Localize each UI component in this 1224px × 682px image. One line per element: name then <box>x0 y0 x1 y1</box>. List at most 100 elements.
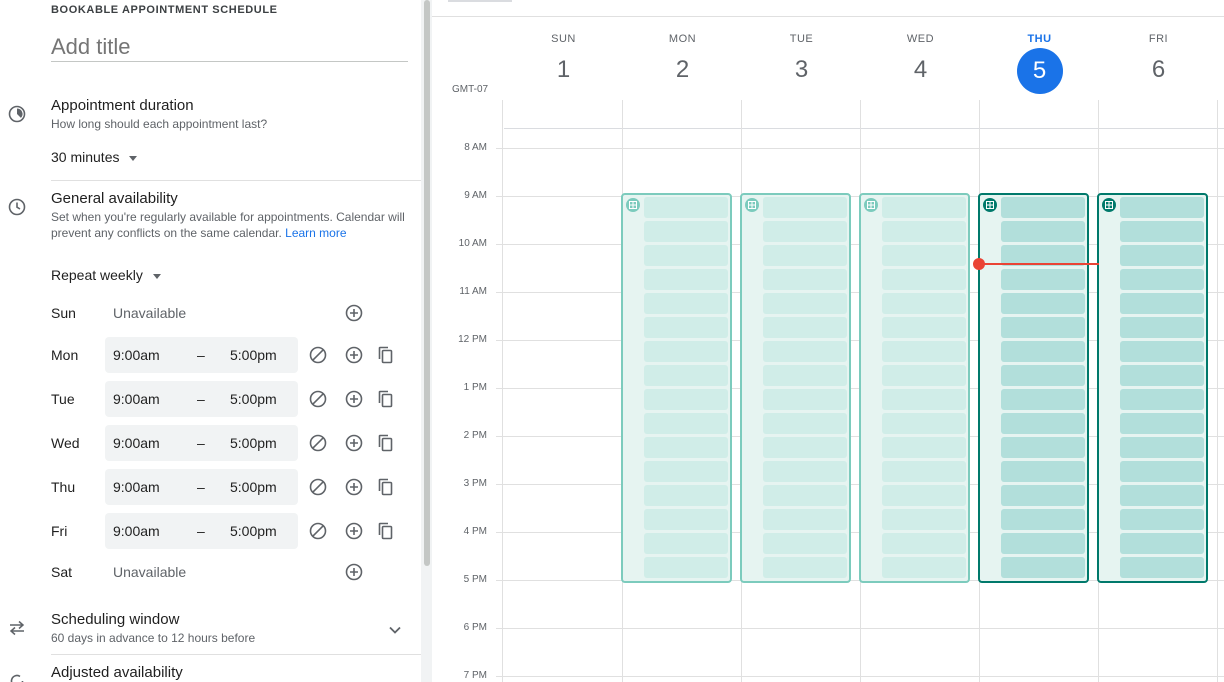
bookable-slot[interactable] <box>882 509 966 530</box>
bookable-slot[interactable] <box>763 365 847 386</box>
bookable-slot[interactable] <box>882 413 966 434</box>
today-date[interactable]: 5 <box>1016 48 1063 94</box>
unavailable-icon[interactable] <box>308 521 328 541</box>
day-number[interactable]: 4 <box>861 56 980 84</box>
time-range[interactable]: 9:00am – 5:00pm <box>105 469 298 505</box>
day-number[interactable]: 2 <box>623 56 742 84</box>
end-time[interactable]: 5:00pm <box>230 523 277 539</box>
start-time[interactable]: 9:00am <box>113 391 160 407</box>
bookable-slot[interactable] <box>1120 413 1204 434</box>
bookable-slot[interactable] <box>1001 437 1085 458</box>
bookable-slot[interactable] <box>644 197 728 218</box>
repeat-select[interactable]: Repeat weekly <box>51 267 161 283</box>
bookable-slot[interactable] <box>763 533 847 554</box>
bookable-slot[interactable] <box>1001 269 1085 290</box>
bookable-slot[interactable] <box>1120 341 1204 362</box>
bookable-slot[interactable] <box>1001 341 1085 362</box>
bookable-slot[interactable] <box>763 221 847 242</box>
bookable-slot[interactable] <box>1120 557 1204 578</box>
bookable-slot[interactable] <box>1120 389 1204 410</box>
bookable-slot[interactable] <box>644 413 728 434</box>
bookable-slot[interactable] <box>882 317 966 338</box>
unavailable-icon[interactable] <box>308 345 328 365</box>
bookable-slot[interactable] <box>882 341 966 362</box>
day-number[interactable]: 1 <box>504 56 623 84</box>
unavailable-icon[interactable] <box>308 433 328 453</box>
bookable-slot[interactable] <box>882 533 966 554</box>
bookable-slot[interactable] <box>763 293 847 314</box>
bookable-slot[interactable] <box>763 485 847 506</box>
end-time[interactable]: 5:00pm <box>230 391 277 407</box>
bookable-slot[interactable] <box>763 557 847 578</box>
bookable-slot[interactable] <box>763 509 847 530</box>
bookable-slot[interactable] <box>644 437 728 458</box>
bookable-slot[interactable] <box>763 317 847 338</box>
bookable-slot[interactable] <box>1120 437 1204 458</box>
bookable-slot[interactable] <box>644 221 728 242</box>
bookable-slot[interactable] <box>644 533 728 554</box>
bookable-slot[interactable] <box>763 461 847 482</box>
day-number[interactable]: 6 <box>1099 56 1218 84</box>
day-number[interactable]: 3 <box>742 56 861 84</box>
start-time[interactable]: 9:00am <box>113 523 160 539</box>
bookable-slot[interactable] <box>644 557 728 578</box>
bookable-slot[interactable] <box>644 317 728 338</box>
bookable-slot[interactable] <box>644 509 728 530</box>
bookable-slot[interactable] <box>882 485 966 506</box>
start-time[interactable]: 9:00am <box>113 347 160 363</box>
bookable-slot[interactable] <box>644 293 728 314</box>
bookable-slot[interactable] <box>1001 317 1085 338</box>
end-time[interactable]: 5:00pm <box>230 435 277 451</box>
bookable-slot[interactable] <box>763 197 847 218</box>
add-circle-icon[interactable] <box>344 477 364 497</box>
scrollbar-thumb[interactable] <box>424 0 430 566</box>
time-range[interactable]: 9:00am – 5:00pm <box>105 381 298 417</box>
bookable-slot[interactable] <box>763 269 847 290</box>
bookable-slot[interactable] <box>763 341 847 362</box>
bookable-slot[interactable] <box>882 389 966 410</box>
bookable-slot[interactable] <box>1001 389 1085 410</box>
bookable-slot[interactable] <box>882 557 966 578</box>
copy-icon[interactable] <box>376 477 396 497</box>
end-time[interactable]: 5:00pm <box>230 347 277 363</box>
copy-icon[interactable] <box>376 389 396 409</box>
bookable-slot[interactable] <box>763 413 847 434</box>
bookable-slot[interactable] <box>1120 269 1204 290</box>
bookable-slot[interactable] <box>644 461 728 482</box>
add-circle-icon[interactable] <box>344 521 364 541</box>
time-range[interactable]: 9:00am – 5:00pm <box>105 513 298 549</box>
time-range[interactable]: 9:00am – 5:00pm <box>105 337 298 373</box>
bookable-slot[interactable] <box>1120 485 1204 506</box>
bookable-slot[interactable] <box>1001 533 1085 554</box>
bookable-slot[interactable] <box>644 341 728 362</box>
bookable-slot[interactable] <box>763 437 847 458</box>
bookable-slot[interactable] <box>1120 317 1204 338</box>
end-time[interactable]: 5:00pm <box>230 479 277 495</box>
bookable-slot[interactable] <box>882 365 966 386</box>
bookable-slot[interactable] <box>882 245 966 266</box>
bookable-slot[interactable] <box>1001 485 1085 506</box>
copy-icon[interactable] <box>376 433 396 453</box>
bookable-slot[interactable] <box>1120 245 1204 266</box>
bookable-slot[interactable] <box>882 221 966 242</box>
bookable-slot[interactable] <box>882 197 966 218</box>
bookable-slot[interactable] <box>1001 365 1085 386</box>
bookable-slot[interactable] <box>1120 461 1204 482</box>
start-time[interactable]: 9:00am <box>113 479 160 495</box>
bookable-slot[interactable] <box>882 437 966 458</box>
bookable-slot[interactable] <box>644 389 728 410</box>
duration-select[interactable]: 30 minutes <box>51 149 138 165</box>
time-range[interactable]: 9:00am – 5:00pm <box>105 425 298 461</box>
bookable-slot[interactable] <box>882 269 966 290</box>
bookable-slot[interactable] <box>644 245 728 266</box>
bookable-slot[interactable] <box>882 293 966 314</box>
bookable-slot[interactable] <box>1120 365 1204 386</box>
bookable-slot[interactable] <box>1001 509 1085 530</box>
chevron-down-icon[interactable] <box>385 620 405 640</box>
bookable-slot[interactable] <box>644 485 728 506</box>
bookable-slot[interactable] <box>1001 461 1085 482</box>
bookable-slot[interactable] <box>763 389 847 410</box>
start-time[interactable]: 9:00am <box>113 435 160 451</box>
bookable-slot[interactable] <box>882 461 966 482</box>
bookable-slot[interactable] <box>1001 557 1085 578</box>
